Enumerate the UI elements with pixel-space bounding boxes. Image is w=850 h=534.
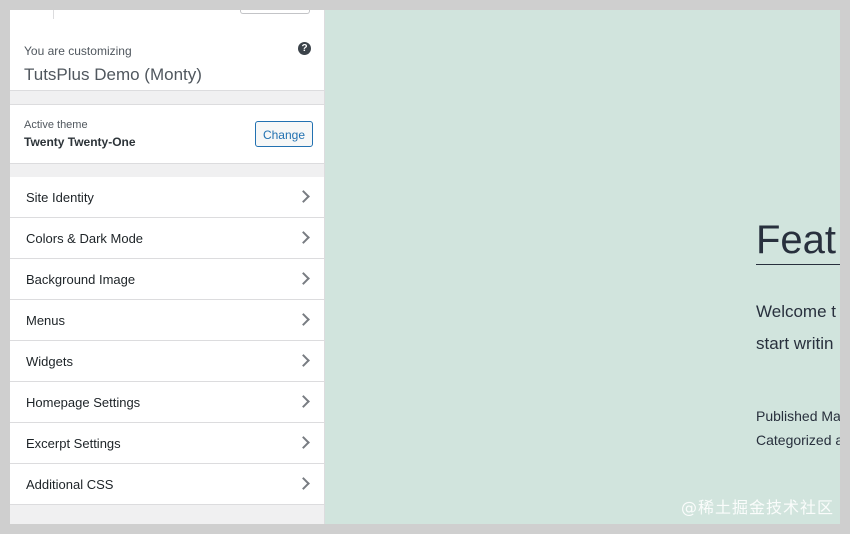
chevron-right-icon — [297, 272, 310, 285]
active-theme-name: Twenty Twenty-One — [24, 135, 136, 149]
publish-button[interactable] — [240, 10, 310, 14]
preview-excerpt-line: start writin — [756, 334, 834, 353]
active-theme-panel: Active theme Twenty Twenty-One Change — [10, 104, 324, 164]
section-label: Homepage Settings — [26, 395, 141, 410]
section-background-image[interactable]: Background Image — [10, 259, 324, 300]
section-label: Menus — [26, 313, 66, 328]
section-label: Colors & Dark Mode — [26, 231, 144, 246]
section-label: Additional CSS — [26, 477, 114, 492]
section-menus[interactable]: Menus — [10, 300, 324, 341]
section-label: Excerpt Settings — [26, 436, 121, 451]
help-icon[interactable]: ? — [298, 42, 311, 55]
chevron-right-icon — [297, 477, 310, 490]
watermark-text: @稀土掘金技术社区 — [680, 498, 834, 517]
section-excerpt-settings[interactable]: Excerpt Settings — [10, 423, 324, 464]
section-homepage-settings[interactable]: Homepage Settings — [10, 382, 324, 423]
chevron-right-icon — [297, 190, 310, 203]
close-button[interactable] — [10, 10, 54, 19]
chevron-right-icon — [297, 313, 310, 326]
customizing-info: You are customizing TutsPlus Demo (Monty… — [10, 19, 324, 91]
section-widgets[interactable]: Widgets — [10, 341, 324, 382]
chevron-right-icon — [297, 395, 310, 408]
active-theme-label: Active theme — [24, 119, 88, 131]
preview-excerpt-line: Welcome t — [756, 302, 836, 321]
title-underline — [756, 264, 840, 265]
site-preview[interactable]: Feat Welcome t start writin Published Ma… — [325, 10, 840, 524]
chevron-right-icon — [297, 354, 310, 367]
preview-published-meta: Published Ma — [756, 408, 840, 424]
section-site-identity[interactable]: Site Identity — [10, 177, 324, 218]
section-additional-css[interactable]: Additional CSS — [10, 464, 324, 505]
change-theme-button[interactable]: Change — [255, 121, 313, 147]
customizer-window: You are customizing TutsPlus Demo (Monty… — [10, 10, 840, 524]
customizer-sidebar: You are customizing TutsPlus Demo (Monty… — [10, 10, 325, 524]
customizing-label: You are customizing — [24, 44, 132, 58]
section-colors-dark-mode[interactable]: Colors & Dark Mode — [10, 218, 324, 259]
section-label: Background Image — [26, 272, 136, 287]
chevron-right-icon — [297, 231, 310, 244]
site-name: TutsPlus Demo (Monty) — [24, 65, 202, 84]
preview-category-meta: Categorized a — [756, 432, 840, 448]
customizer-sections: Site Identity Colors & Dark Mode Backgro… — [10, 177, 324, 505]
section-label: Widgets — [26, 354, 73, 369]
section-label: Site Identity — [26, 190, 94, 205]
preview-post-title[interactable]: Feat — [756, 218, 836, 263]
chevron-right-icon — [297, 436, 310, 449]
